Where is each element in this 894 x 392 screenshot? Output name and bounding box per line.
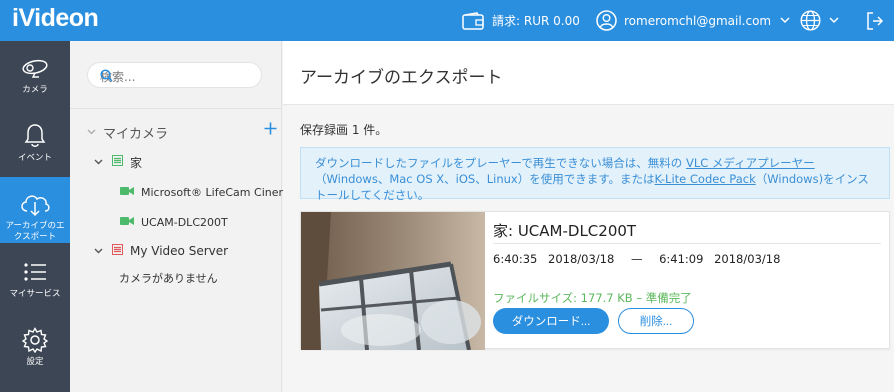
camera-panel: 検索... マイカメラ 家 Microsoft® LifeCam Cinema — [70, 41, 296, 392]
tree-camera-item[interactable]: UCAM-DLC200T — [120, 211, 228, 233]
server-icon — [112, 244, 123, 258]
empty-cameras-text: カメラがありません — [119, 272, 218, 285]
globe-icon — [800, 10, 821, 31]
start-time: 6:40:35 — [493, 252, 538, 266]
nav-item-label: マイサービス — [9, 289, 61, 299]
info-text: ダウンロードしたファイルをプレーヤーで再生できない場合は、無料の — [315, 156, 686, 170]
balance-button[interactable]: 請求: RUR 0.00 — [462, 0, 580, 41]
tree-group-home[interactable]: 家 — [94, 151, 142, 173]
range-dash: — — [630, 252, 643, 266]
divider — [70, 108, 282, 109]
recording-thumbnail[interactable] — [301, 212, 485, 350]
list-icon — [23, 259, 47, 285]
chevron-down-icon — [87, 127, 97, 138]
info-text: （Windows、Mac OS X、iOS、Linux）を使用できます。または — [315, 172, 655, 186]
delete-button[interactable]: 削除... — [618, 308, 694, 334]
recording-card: 家: UCAM-DLC200T 6:40:35 2018/03/18 — 6:4… — [300, 211, 890, 350]
end-time: 6:41:09 — [659, 252, 704, 266]
chevron-down-icon — [94, 246, 104, 257]
divider — [493, 243, 881, 244]
my-cameras-header[interactable]: マイカメラ — [87, 121, 277, 143]
nav-item-archive-export[interactable]: アーカイブのエクスポート — [0, 177, 70, 243]
tree-group-label: 家 — [130, 155, 143, 170]
k-lite-link[interactable]: K-Lite Codec Pack — [655, 172, 756, 186]
server-icon — [112, 155, 123, 169]
main-header: アーカイブのエクスポート — [283, 41, 894, 105]
recordings-count: 保存録画 1 件。 — [300, 123, 388, 137]
logout-icon — [866, 11, 884, 31]
nav-item-settings[interactable]: 設定 — [0, 313, 70, 379]
language-menu[interactable] — [800, 0, 839, 41]
chevron-down-icon — [780, 17, 790, 24]
nav-item-label: アーカイブのエクスポート — [5, 221, 65, 242]
search-input[interactable]: 検索... — [87, 62, 262, 88]
tree-group-label: My Video Server — [130, 244, 229, 258]
video-camera-icon — [120, 216, 134, 229]
vlc-link[interactable]: VLC メディアプレーヤー — [686, 156, 815, 170]
tree-camera-item[interactable]: Microsoft® LifeCam Cinema — [120, 181, 296, 203]
camera-icon — [20, 55, 50, 81]
nav-sidebar: カメラ イベント アーカイブのエクスポート マイサービス 設定 — [0, 41, 70, 392]
end-date: 2018/03/18 — [714, 252, 781, 266]
gear-icon — [22, 327, 48, 353]
app-logo[interactable]: iVideon — [12, 4, 99, 33]
top-bar: iVideon 請求: RUR 0.00 romeromchl@gmail.co… — [0, 0, 894, 41]
info-banner: ダウンロードしたファイルをプレーヤーで再生できない場合は、無料の VLC メディ… — [300, 147, 890, 202]
user-email: romeromchl@gmail.com — [624, 13, 772, 28]
file-size-status: ファイルサイズ: 177.7 KB – 準備完了 — [493, 291, 692, 305]
bell-icon — [24, 123, 46, 149]
chevron-down-icon — [829, 17, 839, 24]
tree-group-video-server[interactable]: My Video Server — [94, 240, 228, 262]
nav-item-label: 設定 — [26, 357, 44, 367]
chevron-down-icon — [94, 157, 104, 168]
nav-item-events[interactable]: イベント — [0, 109, 70, 175]
logout-button[interactable] — [866, 0, 884, 41]
camera-label: UCAM-DLC200T — [141, 215, 228, 229]
page-title: アーカイブのエクスポート — [300, 68, 503, 88]
recording-time-range: 6:40:35 2018/03/18 — 6:41:09 2018/03/18 — [493, 252, 780, 266]
recording-title: 家: UCAM-DLC200T — [493, 222, 637, 240]
balance-label: 請求: RUR 0.00 — [492, 14, 580, 28]
my-cameras-label: マイカメラ — [103, 126, 169, 142]
add-icon[interactable] — [264, 122, 277, 139]
search-icon[interactable] — [100, 69, 251, 85]
main-content: アーカイブのエクスポート 保存録画 1 件。 ダウンロードしたファイルをプレーヤ… — [283, 41, 894, 392]
nav-item-cameras[interactable]: カメラ — [0, 41, 70, 107]
cloud-download-icon — [18, 191, 52, 217]
nav-item-label: イベント — [17, 153, 52, 163]
nav-item-my-services[interactable]: マイサービス — [0, 245, 70, 311]
nav-item-label: カメラ — [22, 85, 48, 95]
wallet-icon — [462, 11, 484, 30]
camera-label: Microsoft® LifeCam Cinema — [141, 185, 296, 199]
user-icon — [596, 10, 617, 31]
user-menu[interactable]: romeromchl@gmail.com — [596, 0, 790, 41]
video-camera-icon — [120, 186, 134, 199]
download-button[interactable]: ダウンロード... — [493, 308, 609, 334]
start-date: 2018/03/18 — [548, 252, 615, 266]
